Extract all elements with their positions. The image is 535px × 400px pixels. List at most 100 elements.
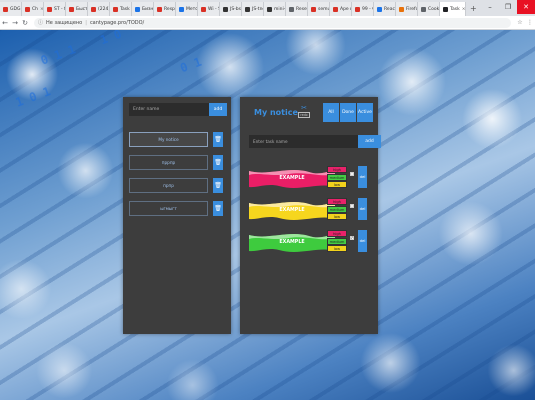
browser-tab[interactable]: React× [374, 2, 396, 16]
priority-low-button[interactable]: low [327, 245, 347, 252]
task-card[interactable]: EXAMPLE [249, 200, 335, 222]
browser-tab[interactable]: Cookie× [418, 2, 440, 16]
tab-favicon-icon [113, 6, 118, 12]
tasks-panel: My notice ✂ redo All Done Active Enter t… [240, 97, 381, 334]
tab-title: semun [318, 6, 329, 12]
url-field[interactable]: ⓘ Не защищено | cantypage.pro/TODO/ [34, 17, 511, 28]
tab-title: Task [450, 6, 460, 12]
priority-medium-button[interactable]: medium [327, 237, 347, 245]
tab-favicon-icon [311, 6, 316, 12]
browser-tab[interactable]: JS-bsi× [220, 2, 242, 16]
priority-high-button[interactable]: high [327, 198, 347, 205]
maximize-button[interactable]: ❐ [499, 0, 517, 14]
forward-button[interactable]: → [10, 19, 20, 27]
tab-title: Task G [120, 6, 131, 12]
browser-tab[interactable]: semun× [308, 2, 330, 16]
tab-title: JS-tnd [252, 6, 264, 12]
decor-digits: 0 1 [178, 54, 204, 76]
tab-favicon-icon [245, 6, 250, 12]
browser-tab[interactable]: Wi - Sc× [198, 2, 220, 16]
url-separator: | [85, 19, 87, 26]
browser-tab[interactable]: Respon× [154, 2, 176, 16]
tab-favicon-icon [223, 6, 228, 12]
redo-control[interactable]: ✂ redo [298, 104, 310, 118]
browser-tab[interactable]: (224) Н× [88, 2, 110, 16]
notice-item[interactable]: ыгмыгт [129, 201, 208, 216]
browser-tab[interactable]: Ch × [22, 2, 44, 16]
notice-name-input[interactable]: Enter name [129, 103, 209, 116]
delete-task-button[interactable]: del [358, 230, 367, 252]
delete-task-button[interactable]: del [358, 166, 367, 188]
tab-favicon-icon [355, 6, 360, 12]
task-label: EXAMPLE [279, 208, 305, 213]
tab-title: Аре в [340, 6, 352, 12]
notice-item[interactable]: My notice [129, 132, 208, 147]
tab-favicon-icon [91, 6, 96, 12]
star-icon[interactable]: ☆ [515, 19, 525, 26]
close-window-button[interactable]: ✕ [517, 0, 535, 14]
priority-low-button[interactable]: low [327, 213, 347, 220]
trash-icon[interactable]: 🗑 [213, 155, 223, 170]
trash-icon[interactable]: 🗑 [213, 132, 223, 147]
tab-title: Respon [164, 6, 175, 12]
browser-tab[interactable]: Reset× [286, 2, 308, 16]
priority-medium-button[interactable]: medium [327, 173, 347, 181]
add-task-button[interactable]: add [358, 135, 381, 148]
notices-panel: Enter name add My notice 🗑 пррпр 🗑 прпр … [123, 97, 231, 334]
task-done-checkbox[interactable] [350, 204, 354, 208]
tab-title: Метод [186, 6, 198, 12]
browser-tab-strip: GDG G×Ch×ST - fb×Быстр×(224) Н×Task G×Би… [0, 0, 535, 16]
tab-favicon-icon [421, 6, 426, 12]
browser-tab[interactable]: 99 - Gi× [352, 2, 374, 16]
info-icon[interactable]: ⓘ [38, 19, 43, 26]
priority-medium-button[interactable]: medium [327, 205, 347, 213]
tab-favicon-icon [157, 6, 162, 12]
browser-tab[interactable]: JS-tnd× [242, 2, 264, 16]
task-name-input[interactable]: Enter task name [249, 135, 359, 148]
priority-low-button[interactable]: low [327, 181, 347, 188]
browser-tab[interactable]: Task G× [110, 2, 132, 16]
tab-title: Cookie [428, 6, 440, 12]
browser-tab[interactable]: mini-h× [264, 2, 286, 16]
tab-title: Быстр [76, 6, 88, 12]
task-done-checkbox[interactable] [350, 235, 354, 240]
filter-all-button[interactable]: All [323, 103, 339, 122]
delete-task-button[interactable]: del [358, 198, 367, 220]
window-controls: – ❐ ✕ [481, 0, 535, 14]
task-label: EXAMPLE [279, 240, 305, 245]
browser-tab[interactable]: Firefo× [396, 2, 418, 16]
browser-tab[interactable]: Быстр× [66, 2, 88, 16]
add-notice-button[interactable]: add [209, 103, 227, 116]
task-card[interactable]: EXAMPLE [249, 232, 335, 254]
tab-favicon-icon [333, 6, 338, 12]
browser-tab[interactable]: ST - fb× [44, 2, 66, 16]
tab-favicon-icon [69, 6, 74, 12]
browser-tab[interactable]: Бизнес× [132, 2, 154, 16]
trash-icon[interactable]: 🗑 [213, 201, 223, 216]
new-tab-button[interactable]: + [466, 2, 481, 16]
back-button[interactable]: ← [0, 19, 10, 27]
task-done-checkbox[interactable] [350, 172, 354, 176]
filter-active-button[interactable]: Active [357, 103, 373, 122]
task-label: EXAMPLE [279, 176, 305, 181]
task-card[interactable]: EXAMPLE [249, 168, 335, 190]
tab-title: mini-h [274, 6, 286, 12]
filter-group: All Done Active [322, 103, 373, 122]
browser-tab[interactable]: Метод× [176, 2, 198, 16]
tab-title: Firefo [406, 6, 418, 12]
trash-icon[interactable]: 🗑 [213, 178, 223, 193]
priority-high-button[interactable]: high [327, 230, 347, 237]
menu-icon[interactable]: ⋮ [525, 19, 535, 26]
notice-item[interactable]: пррпр [129, 155, 208, 170]
minimize-button[interactable]: – [481, 0, 499, 14]
tab-close-icon[interactable]: × [462, 7, 465, 12]
browser-tab[interactable]: Task × [440, 2, 466, 16]
browser-tab[interactable]: GDG G× [0, 2, 22, 16]
notice-item[interactable]: прпр [129, 178, 208, 193]
priority-high-button[interactable]: high [327, 166, 347, 173]
tab-title: JS-bsi [230, 6, 242, 12]
reload-button[interactable]: ↻ [20, 19, 30, 27]
browser-tab[interactable]: Аре в× [330, 2, 352, 16]
tab-title: Бизнес [142, 6, 154, 12]
filter-done-button[interactable]: Done [340, 103, 356, 122]
